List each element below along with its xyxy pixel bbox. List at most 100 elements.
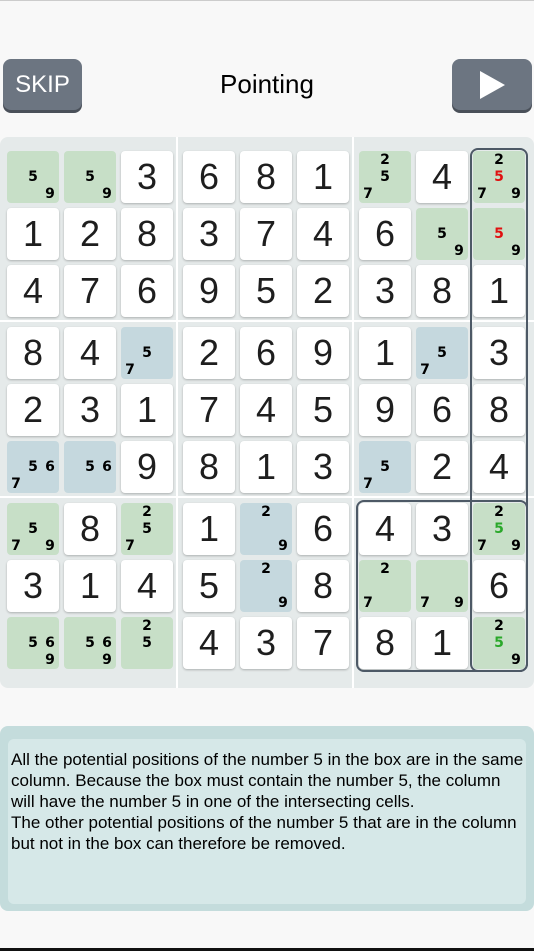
candidate-cell[interactable]: 59 (473, 208, 525, 260)
candidate-cell[interactable]: 29 (240, 560, 292, 612)
given-cell[interactable]: 1 (183, 503, 235, 555)
given-cell[interactable]: 6 (416, 384, 468, 436)
candidate-cell[interactable]: 59 (64, 151, 116, 203)
candidate-mark: 7 (363, 186, 373, 202)
candidate-cell[interactable]: 57 9 (7, 503, 59, 555)
given-cell[interactable]: 1 (297, 151, 349, 203)
given-cell[interactable]: 4 (121, 560, 173, 612)
candidate-cell[interactable]: 56 7 (7, 441, 59, 493)
given-cell[interactable]: 9 (297, 327, 349, 379)
candidate-mark: 9 (45, 538, 55, 554)
given-cell[interactable]: 2 (7, 384, 59, 436)
candidate-mark: 9 (511, 652, 521, 668)
given-cell[interactable]: 2 (183, 327, 235, 379)
given-cell[interactable]: 4 (240, 384, 292, 436)
given-cell[interactable]: 8 (240, 151, 292, 203)
candidate-mark: 2 (380, 561, 390, 577)
candidate-cell[interactable]: 56 (64, 441, 116, 493)
play-button[interactable] (452, 59, 532, 110)
candidate-cell[interactable]: 569 (7, 617, 59, 669)
given-cell[interactable]: 7 (183, 384, 235, 436)
candidate-cell[interactable]: 257 9 (473, 151, 525, 203)
candidate-cell[interactable]: 25 (121, 617, 173, 669)
candidate-mark: 6 (102, 635, 112, 651)
given-cell[interactable]: 1 (359, 327, 411, 379)
given-cell[interactable]: 1 (64, 560, 116, 612)
given-cell[interactable]: 4 (7, 265, 59, 317)
candidate-mark: 2 (261, 561, 271, 577)
given-cell[interactable]: 3 (473, 327, 525, 379)
candidate-mark: 9 (45, 652, 55, 668)
candidate-cell[interactable]: 569 (64, 617, 116, 669)
candidate-mark: 9 (102, 652, 112, 668)
given-cell[interactable]: 2 (297, 265, 349, 317)
given-cell[interactable]: 6 (183, 151, 235, 203)
given-cell[interactable]: 3 (64, 384, 116, 436)
candidate-cell[interactable]: 57 (121, 327, 173, 379)
candidate-mark: 5 (494, 521, 504, 537)
given-cell[interactable]: 9 (183, 265, 235, 317)
given-cell[interactable]: 8 (121, 208, 173, 260)
given-cell[interactable]: 1 (416, 617, 468, 669)
given-cell[interactable]: 8 (416, 265, 468, 317)
candidate-cell[interactable]: 257 (121, 503, 173, 555)
given-cell[interactable]: 1 (121, 384, 173, 436)
given-cell[interactable]: 9 (359, 384, 411, 436)
given-cell[interactable]: 8 (7, 327, 59, 379)
given-cell[interactable]: 8 (64, 503, 116, 555)
candidate-cell[interactable]: 27 (359, 560, 411, 612)
given-cell[interactable]: 1 (473, 265, 525, 317)
candidate-mark: 9 (454, 595, 464, 611)
given-cell[interactable]: 3 (240, 617, 292, 669)
given-cell[interactable]: 8 (473, 384, 525, 436)
given-cell[interactable]: 3 (416, 503, 468, 555)
candidate-mark: 9 (278, 538, 288, 554)
given-cell[interactable]: 3 (183, 208, 235, 260)
given-cell[interactable]: 1 (7, 208, 59, 260)
given-cell[interactable]: 4 (416, 151, 468, 203)
given-cell[interactable]: 3 (121, 151, 173, 203)
given-cell[interactable]: 7 (64, 265, 116, 317)
candidate-mark: 2 (494, 152, 504, 168)
given-cell[interactable]: 6 (121, 265, 173, 317)
given-cell[interactable]: 1 (240, 441, 292, 493)
given-cell[interactable]: 7 (240, 208, 292, 260)
candidate-cell[interactable]: 259 (473, 617, 525, 669)
given-cell[interactable]: 4 (473, 441, 525, 493)
candidate-cell[interactable]: 29 (240, 503, 292, 555)
given-cell[interactable]: 5 (297, 384, 349, 436)
given-cell[interactable]: 4 (64, 327, 116, 379)
given-cell[interactable]: 4 (183, 617, 235, 669)
explanation-paragraph-2: The other potential positions of the num… (11, 813, 517, 853)
given-cell[interactable]: 8 (297, 560, 349, 612)
given-cell[interactable]: 6 (359, 208, 411, 260)
sudoku-board: 5959368125742579128374659594769523818457… (0, 137, 534, 688)
given-cell[interactable]: 6 (473, 560, 525, 612)
candidate-cell[interactable]: 257 9 (473, 503, 525, 555)
given-cell[interactable]: 4 (297, 208, 349, 260)
candidate-cell[interactable]: 79 (416, 560, 468, 612)
given-cell[interactable]: 3 (297, 441, 349, 493)
given-cell[interactable]: 6 (240, 327, 292, 379)
given-cell[interactable]: 2 (416, 441, 468, 493)
given-cell[interactable]: 8 (359, 617, 411, 669)
given-cell[interactable]: 2 (64, 208, 116, 260)
candidate-cell[interactable]: 257 (359, 151, 411, 203)
candidate-mark: 5 (85, 635, 95, 651)
candidate-cell[interactable]: 57 (416, 327, 468, 379)
given-cell[interactable]: 3 (7, 560, 59, 612)
given-cell[interactable]: 3 (359, 265, 411, 317)
given-cell[interactable]: 4 (359, 503, 411, 555)
candidate-cell[interactable]: 59 (416, 208, 468, 260)
candidate-mark: 6 (45, 459, 55, 475)
skip-button[interactable]: SKIP (3, 59, 82, 110)
given-cell[interactable]: 9 (121, 441, 173, 493)
candidate-cell[interactable]: 57 (359, 441, 411, 493)
given-cell[interactable]: 5 (183, 560, 235, 612)
box-divider-vertical (352, 137, 354, 688)
given-cell[interactable]: 8 (183, 441, 235, 493)
given-cell[interactable]: 7 (297, 617, 349, 669)
given-cell[interactable]: 5 (240, 265, 292, 317)
candidate-cell[interactable]: 59 (7, 151, 59, 203)
given-cell[interactable]: 6 (297, 503, 349, 555)
